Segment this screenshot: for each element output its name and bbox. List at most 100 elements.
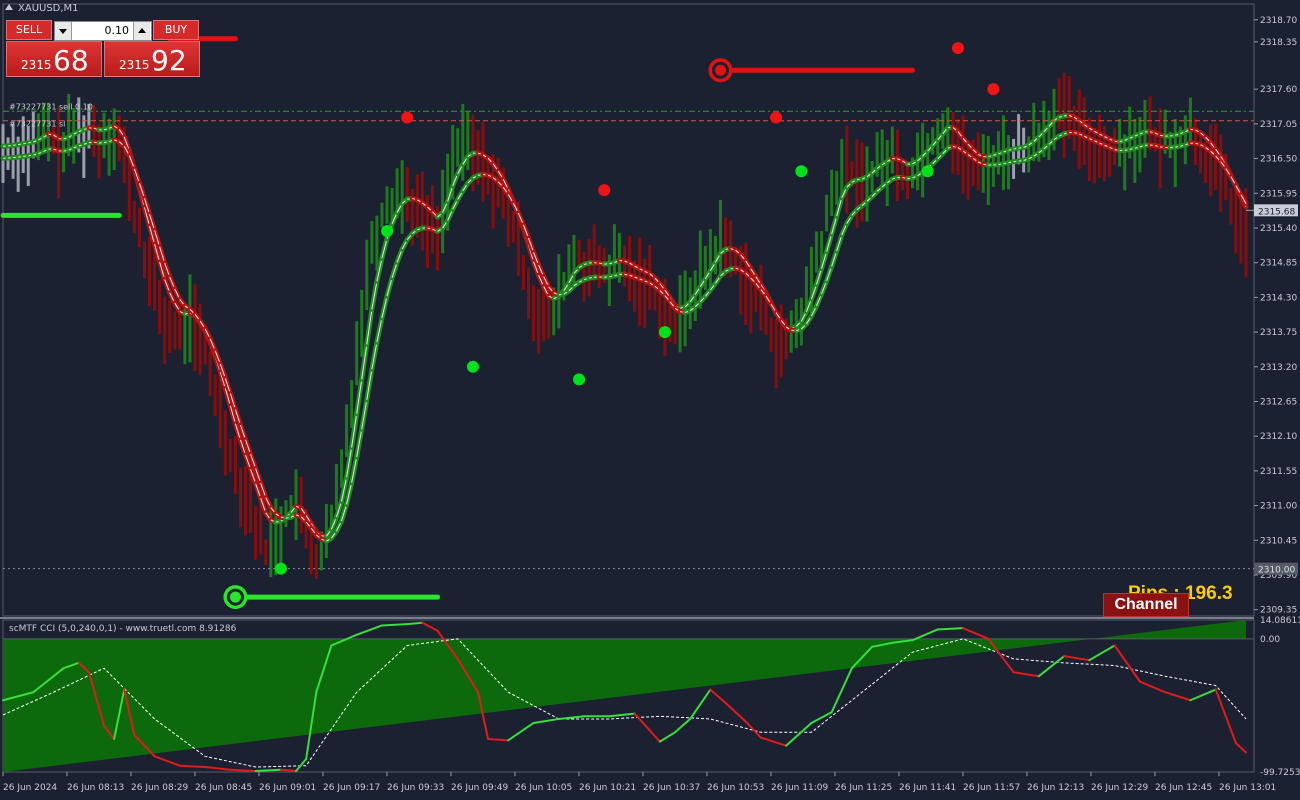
- cci-fast-line: [295, 758, 308, 773]
- price-bar: [1209, 124, 1213, 197]
- cci-fast-line: [608, 712, 636, 718]
- price-bar: [355, 321, 359, 386]
- price-bar: [173, 311, 177, 350]
- buy-signal-dot: [921, 165, 934, 178]
- cci-fast-line: [830, 667, 853, 714]
- buy-signal-dot: [274, 562, 287, 575]
- ask-price-pips: 92: [151, 44, 187, 77]
- cci-fast-line: [204, 766, 232, 771]
- bid-price-box[interactable]: 2315 68: [6, 41, 102, 77]
- price-bar: [97, 124, 101, 179]
- price-bar: [31, 111, 35, 159]
- price-bar: [623, 245, 626, 287]
- price-bar: [299, 476, 303, 534]
- price-bar: [1072, 106, 1076, 152]
- price-bar: [228, 439, 232, 472]
- ask-price-prefix: 2315: [119, 58, 150, 72]
- price-bar: [254, 506, 258, 560]
- price-bar: [557, 254, 561, 329]
- time-tick-label: 26 Jun 13:01: [1219, 783, 1276, 793]
- sell-signal-dot: [401, 111, 414, 124]
- price-bar: [345, 404, 349, 458]
- price-bar: [1017, 114, 1021, 165]
- cci-fast-line: [810, 711, 833, 724]
- price-bar: [1219, 134, 1223, 213]
- lot-decrease-icon[interactable]: [55, 22, 72, 40]
- price-tick-label: 2317.05: [1260, 120, 1297, 130]
- price-bar: [628, 236, 632, 302]
- price-bar: [1229, 188, 1233, 225]
- price-bar: [360, 289, 364, 357]
- sell-button[interactable]: SELL: [6, 20, 52, 40]
- price-bar: [137, 207, 141, 248]
- price-bar: [385, 186, 389, 224]
- cci-fast-line: [406, 621, 424, 626]
- cci-fast-line: [759, 736, 788, 747]
- time-tick-label: 26 Jun 10:05: [515, 783, 572, 793]
- price-tick-label: 2313.20: [1260, 363, 1297, 373]
- order-label: #73227731 sell 0.10: [9, 102, 93, 111]
- price-chart: #73227731 sell 0.10 #73227731 sl 2318.70 23…: [0, 3, 1300, 793]
- cci-fast-line: [1189, 688, 1217, 702]
- ask-price-box[interactable]: 2315 92: [104, 41, 200, 77]
- pane-separator[interactable]: [0, 617, 1254, 619]
- chart-title-arrow-icon[interactable]: [5, 4, 13, 10]
- channel-button[interactable]: Channel: [1103, 593, 1189, 617]
- price-bar: [1057, 78, 1061, 130]
- sell-signal-dot: [770, 111, 783, 124]
- price-bar: [597, 245, 601, 288]
- price-bar: [951, 112, 955, 174]
- cci-histogram-area: [3, 620, 1246, 772]
- price-bar: [1012, 138, 1016, 179]
- cci-fast-line: [709, 688, 727, 704]
- price-bar: [744, 242, 748, 326]
- sell-signal-dot: [598, 184, 611, 197]
- price-tick-label: 2309.35: [1260, 606, 1297, 616]
- cci-fast-line: [487, 737, 510, 742]
- cci-fast-line: [1113, 644, 1141, 683]
- cci-fast-line: [658, 731, 677, 743]
- price-bar: [314, 544, 318, 579]
- time-tick-label: 26 Jun 12:29: [1091, 783, 1148, 793]
- cci-fast-line: [936, 627, 965, 631]
- time-tick-label: 26 Jun 09:01: [259, 783, 316, 793]
- time-tick-label: 26 Jun 12:45: [1155, 783, 1212, 793]
- cci-fast-line: [1037, 655, 1066, 678]
- cci-fast-line: [1164, 691, 1192, 702]
- buy-signal-dot: [381, 225, 394, 238]
- price-bar: [764, 297, 768, 335]
- time-tick-label: 26 Jun 09:17: [323, 783, 380, 793]
- cci-fast-line: [507, 721, 535, 742]
- price-bar: [233, 436, 237, 494]
- price-bar: [1047, 110, 1051, 160]
- cci-fast-line: [254, 768, 282, 773]
- price-bar: [148, 236, 152, 307]
- price-bar: [860, 142, 864, 222]
- price-bar: [865, 146, 869, 222]
- level-price-label: 2310.00: [1258, 566, 1295, 576]
- bid-price-pips: 68: [53, 44, 89, 77]
- lot-size-field[interactable]: 0.10: [54, 21, 152, 41]
- cci-fast-line: [421, 621, 439, 632]
- time-tick-label: 26 Jun 10:37: [643, 783, 700, 793]
- price-bar: [11, 123, 15, 179]
- cci-fast-line: [1138, 680, 1167, 694]
- lot-size-value[interactable]: 0.10: [73, 22, 130, 40]
- price-bar: [1092, 127, 1096, 184]
- cci-fast-line: [1214, 688, 1237, 744]
- price-bar: [309, 526, 313, 575]
- price-bar: [102, 112, 106, 159]
- price-bar: [769, 317, 773, 352]
- time-tick-label: 26 Jun 11:09: [771, 783, 828, 793]
- price-tick-label: 2312.10: [1260, 432, 1297, 442]
- cci-tick-label: 14.08611: [1260, 616, 1300, 626]
- price-bar: [132, 200, 136, 234]
- buy-button[interactable]: BUY: [153, 20, 199, 40]
- time-tick-label: 26 Jun 08:45: [195, 783, 252, 793]
- buy-signal-dot: [466, 360, 479, 373]
- price-bar: [188, 274, 192, 363]
- cci-fast-line: [1088, 644, 1116, 662]
- time-tick-label: 26 Jun 2024: [3, 783, 57, 793]
- time-tick-label: 26 Jun 11:41: [899, 783, 956, 793]
- lot-increase-icon[interactable]: [133, 22, 150, 40]
